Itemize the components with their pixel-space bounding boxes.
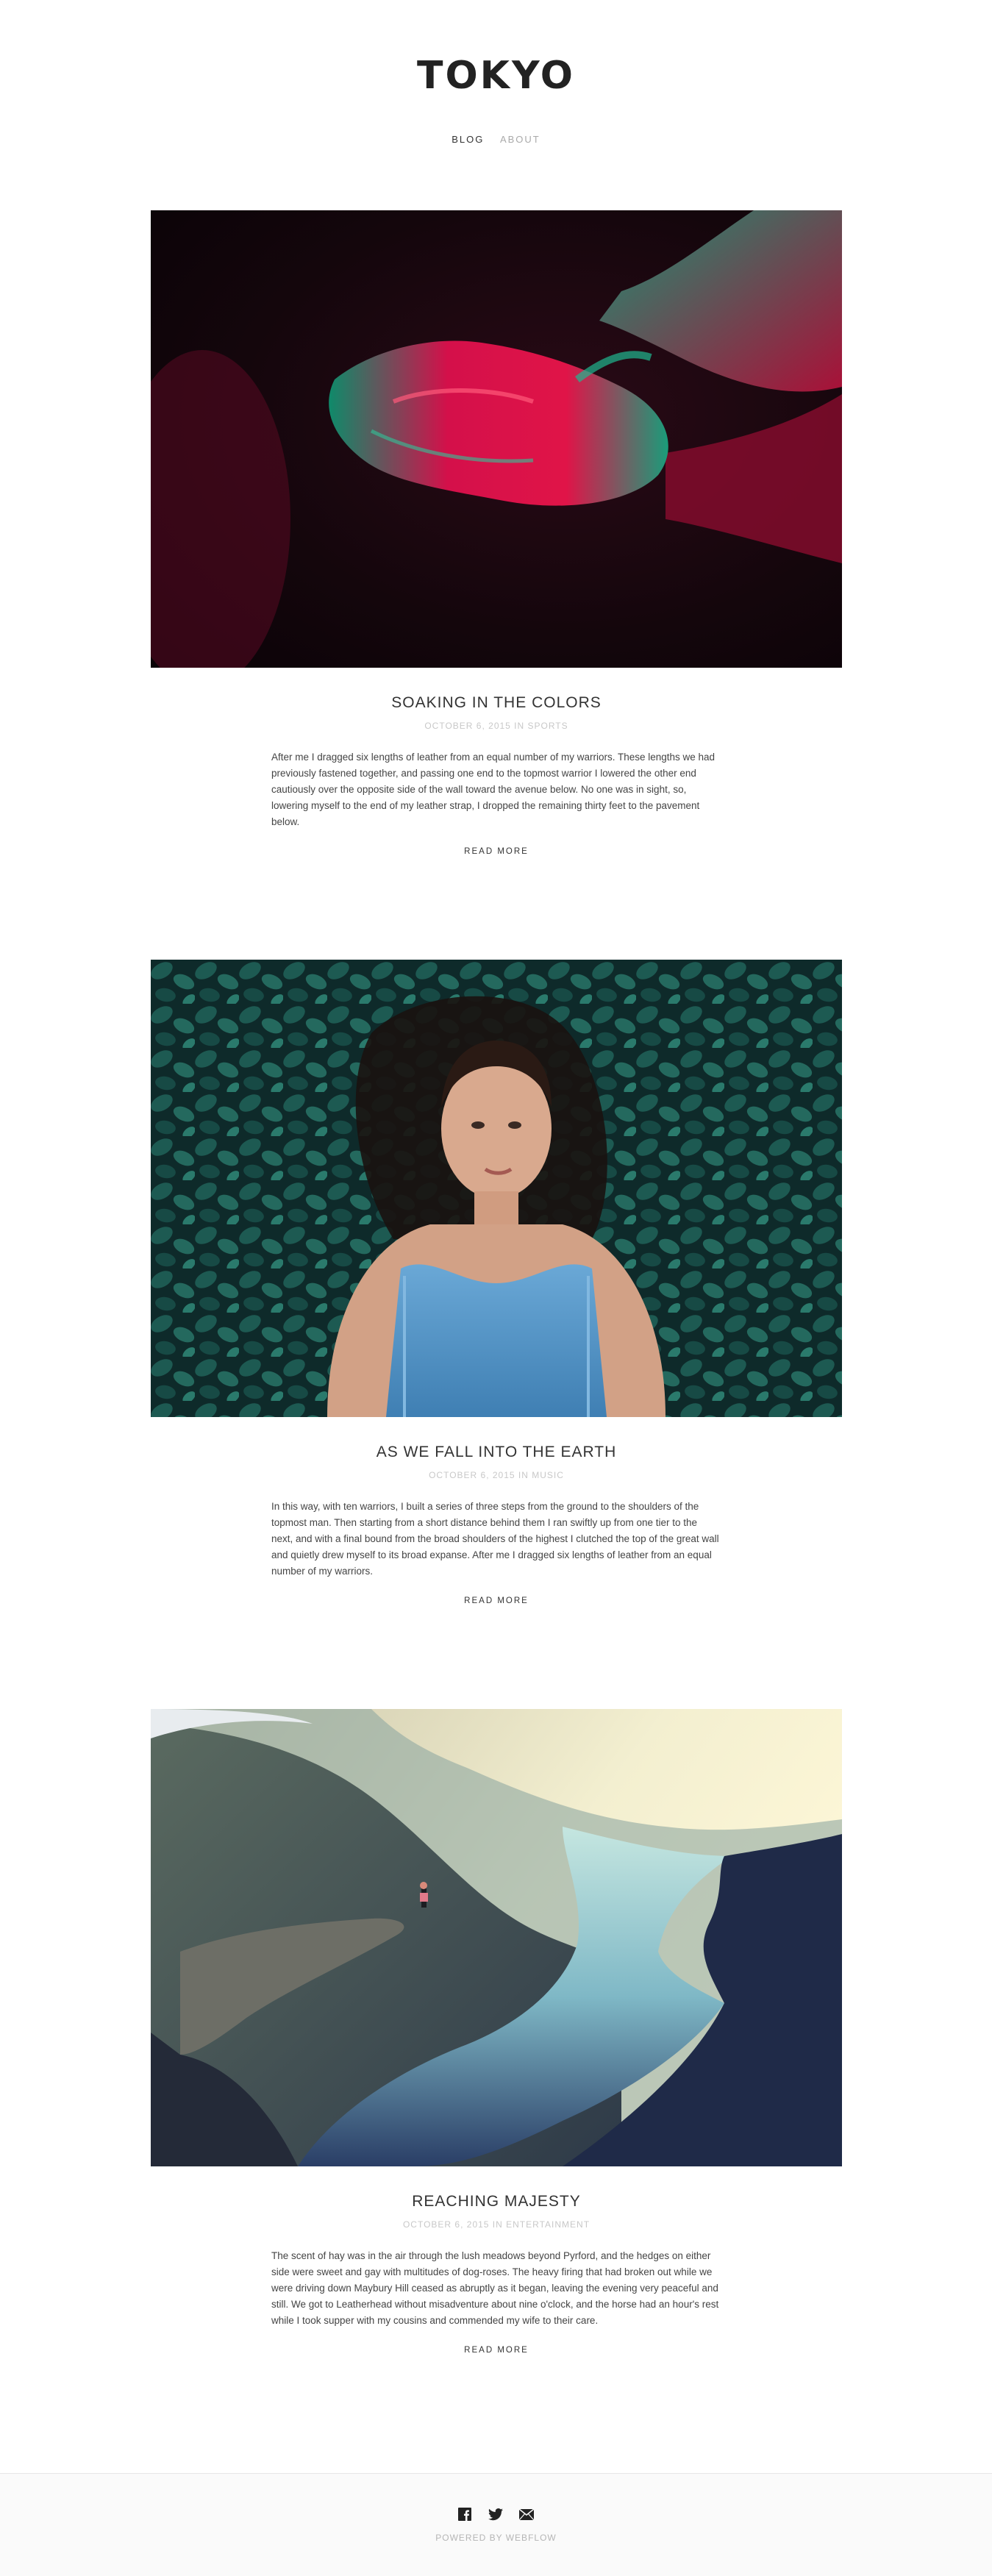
email-icon[interactable] [518, 2508, 535, 2524]
post-meta: OCTOBER 6, 2015 IN MUSIC [429, 1470, 564, 1480]
powered-by-link[interactable]: POWERED BY WEBFLOW [0, 2533, 992, 2543]
read-more-link[interactable]: READ MORE [151, 1596, 842, 1605]
read-more-link[interactable]: READ MORE [151, 2346, 842, 2355]
post-title[interactable]: REACHING MAJESTY [151, 2193, 842, 2211]
site-footer [0, 2474, 992, 2576]
nav-item-about[interactable]: ABOUT [500, 134, 540, 145]
nav-item-blog[interactable]: BLOG [452, 134, 484, 145]
social-links [0, 2508, 992, 2525]
twitter-icon[interactable] [488, 2508, 503, 2525]
main-nav: BLOG ABOUT [0, 134, 992, 145]
facebook-icon[interactable] [458, 2508, 472, 2525]
post-title[interactable]: AS WE FALL INTO THE EARTH [151, 1444, 842, 1461]
post-excerpt: After me I dragged six lengths of leathe… [271, 752, 716, 827]
post-meta: OCTOBER 6, 2015 IN ENTERTAINMENT [402, 2219, 590, 2230]
post-excerpt: In this way, with ten warriors, I built … [271, 1501, 719, 1577]
post-image-fjord-cliff[interactable] [151, 1709, 842, 2166]
post-image-woman-in-leaves[interactable] [151, 960, 842, 1417]
post-title[interactable]: SOAKING IN THE COLORS [151, 694, 842, 712]
site-header: TOKYO BLOG ABOUT [0, 0, 992, 176]
post-image-glowing-hands[interactable] [151, 210, 842, 668]
read-more-link[interactable]: READ MORE [151, 847, 842, 856]
post-meta: OCTOBER 6, 2015 IN SPORTS [424, 721, 568, 731]
post-excerpt: The scent of hay was in the air through … [271, 2250, 719, 2326]
site-logo[interactable]: TOKYO [0, 50, 992, 101]
